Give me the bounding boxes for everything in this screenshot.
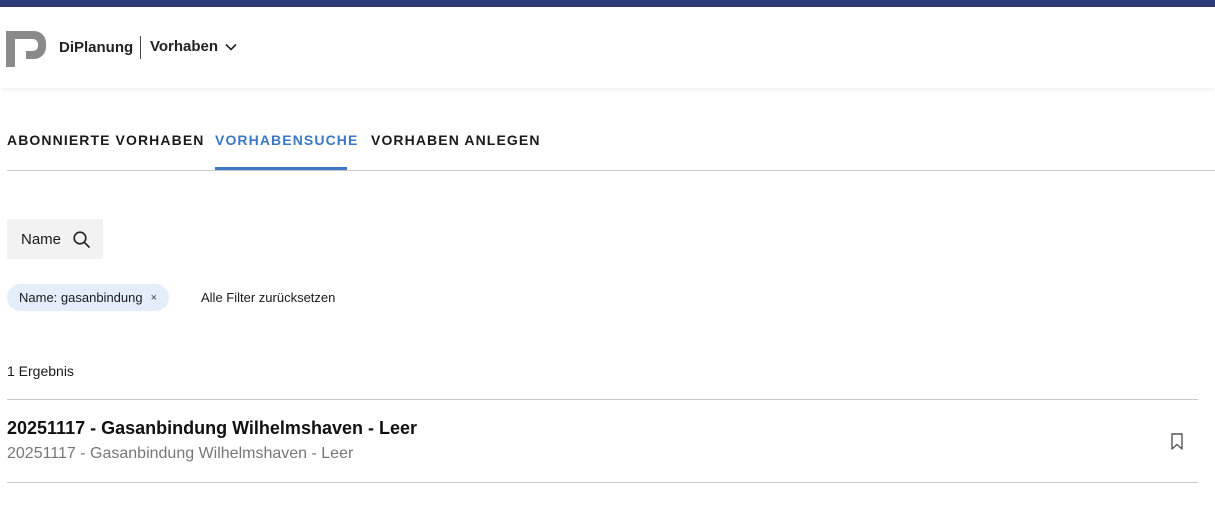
project-menu-dropdown[interactable]: Vorhaben: [150, 38, 237, 55]
tab-project-search[interactable]: VORHABENSUCHE: [215, 132, 358, 148]
result-list: 20251117 - Gasanbindung Wilhelmshaven - …: [7, 399, 1198, 483]
project-menu-label: Vorhaben: [150, 38, 219, 55]
result-subtitle: 20251117 - Gasanbindung Wilhelmshaven - …: [7, 445, 354, 462]
reset-filters-link[interactable]: Alle Filter zurücksetzen: [201, 290, 335, 305]
name-search-label: Name: [21, 230, 62, 248]
bookmark-icon[interactable]: [1171, 433, 1183, 450]
header-divider: [140, 36, 141, 59]
chevron-down-icon: [225, 43, 237, 51]
filter-chip-remove-icon[interactable]: ×: [151, 292, 157, 304]
active-tab-indicator: [215, 167, 347, 170]
filter-chip-label: Name: gasanbindung: [19, 290, 143, 305]
result-title[interactable]: 20251117 - Gasanbindung Wilhelmshaven - …: [7, 418, 417, 439]
app-header: DiPlanung Vorhaben: [0, 7, 1215, 88]
filter-chip-name: Name: gasanbindung ×: [7, 284, 170, 311]
tab-bar: ABONNIERTE VORHABEN VORHABENSUCHE VORHAB…: [7, 116, 1215, 171]
name-search-button[interactable]: Name: [7, 219, 103, 259]
result-count: 1 Ergebnis: [7, 363, 74, 379]
tab-create-project[interactable]: VORHABEN ANLEGEN: [371, 132, 541, 148]
top-accent-bar: [0, 0, 1215, 7]
app-brand-name[interactable]: DiPlanung: [59, 39, 133, 56]
list-item[interactable]: 20251117 - Gasanbindung Wilhelmshaven - …: [7, 400, 1198, 483]
search-icon: [73, 230, 90, 248]
diplanung-logo[interactable]: [6, 31, 46, 67]
tab-subscribed-projects[interactable]: ABONNIERTE VORHABEN: [7, 132, 204, 148]
